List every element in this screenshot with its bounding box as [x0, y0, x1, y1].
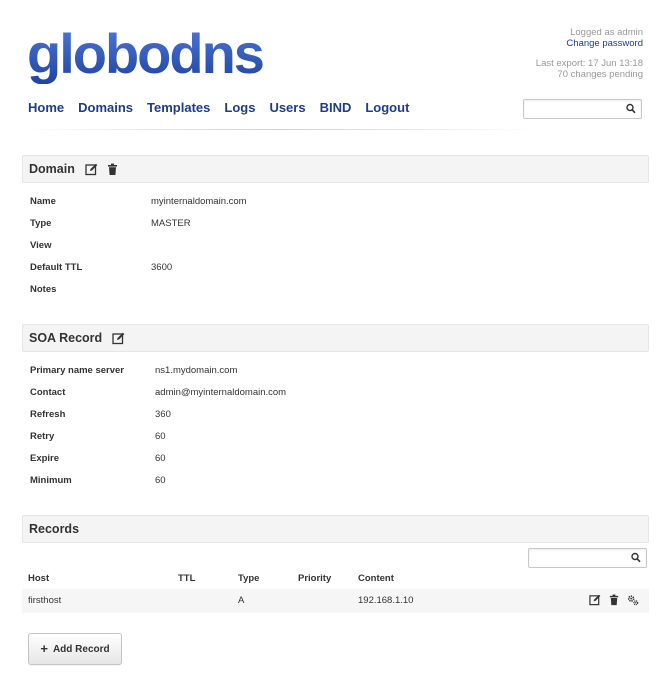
- records-table-header: Host TTL Type Priority Content: [22, 573, 649, 587]
- nav-users[interactable]: Users: [269, 100, 305, 115]
- nav-templates[interactable]: Templates: [147, 100, 210, 115]
- trash-icon[interactable]: [608, 594, 620, 606]
- field-value: admin@myinternaldomain.com: [155, 387, 287, 398]
- add-record-button[interactable]: + Add Record: [28, 633, 122, 665]
- column-header-type[interactable]: Type: [238, 573, 259, 584]
- edit-icon[interactable]: [589, 594, 601, 606]
- field-label: Default TTL: [30, 262, 83, 273]
- field-label: Name: [30, 196, 56, 207]
- nav-bind[interactable]: BIND: [320, 100, 352, 115]
- soa-panel-header: SOA Record: [22, 324, 649, 352]
- column-header-content[interactable]: Content: [358, 573, 394, 584]
- column-header-ttl[interactable]: TTL: [178, 573, 195, 584]
- record-content: 192.168.1.10: [358, 595, 414, 606]
- soa-title: SOA Record: [29, 331, 103, 345]
- nav-divider: [24, 129, 534, 130]
- field-label: Expire: [30, 453, 60, 464]
- record-type: A: [238, 595, 245, 606]
- nav-domains[interactable]: Domains: [78, 100, 133, 115]
- field-value: 60: [155, 431, 166, 442]
- records-panel-header: Records: [22, 515, 649, 543]
- field-label: Notes: [30, 284, 57, 295]
- field-value: ns1.mydomain.com: [155, 365, 238, 376]
- main-nav: Home Domains Templates Logs Users BIND L…: [28, 100, 409, 115]
- last-export-text: Last export: 17 Jun 13:18: [535, 58, 643, 69]
- nav-home[interactable]: Home: [28, 100, 64, 115]
- change-password-link[interactable]: Change password: [536, 38, 643, 49]
- field-label: Minimum: [30, 475, 72, 486]
- user-info: Logged as admin Change password Last exp…: [536, 27, 643, 80]
- trash-icon[interactable]: [106, 163, 119, 176]
- domain-title: Domain: [29, 162, 75, 176]
- field-label: Primary name server: [30, 365, 125, 376]
- field-value: 60: [155, 453, 166, 464]
- plus-icon: +: [40, 641, 48, 656]
- field-value: myinternaldomain.com: [151, 196, 247, 207]
- search-icon[interactable]: [631, 552, 641, 564]
- field-label: Type: [30, 218, 52, 229]
- records-search-input[interactable]: [528, 548, 647, 568]
- column-header-priority[interactable]: Priority: [298, 573, 331, 584]
- gears-icon[interactable]: [627, 594, 639, 606]
- table-row: firsthost A 192.168.1.10: [22, 589, 649, 613]
- record-actions: [589, 594, 639, 606]
- field-label: Refresh: [30, 409, 66, 420]
- field-value: 3600: [151, 262, 173, 273]
- search-icon[interactable]: [626, 103, 636, 115]
- app-logo[interactable]: globodns: [27, 24, 265, 84]
- nav-logs[interactable]: Logs: [224, 100, 255, 115]
- field-label: Contact: [30, 387, 66, 398]
- nav-logout[interactable]: Logout: [365, 100, 409, 115]
- logged-as-text: Logged as admin: [570, 27, 643, 38]
- field-value: MASTER: [151, 218, 191, 229]
- add-record-label: Add Record: [52, 643, 110, 655]
- record-host: firsthost: [28, 595, 62, 606]
- records-title: Records: [29, 522, 80, 536]
- field-label: View: [30, 240, 52, 251]
- field-value: 360: [155, 409, 171, 420]
- field-label: Retry: [30, 431, 55, 442]
- global-search-input[interactable]: [523, 99, 642, 119]
- field-value: 60: [155, 475, 166, 486]
- edit-icon[interactable]: [85, 163, 98, 176]
- changes-pending-text: 70 changes pending: [557, 69, 643, 80]
- column-header-host[interactable]: Host: [28, 573, 49, 584]
- domain-panel-header: Domain: [22, 155, 649, 183]
- edit-icon[interactable]: [112, 332, 125, 345]
